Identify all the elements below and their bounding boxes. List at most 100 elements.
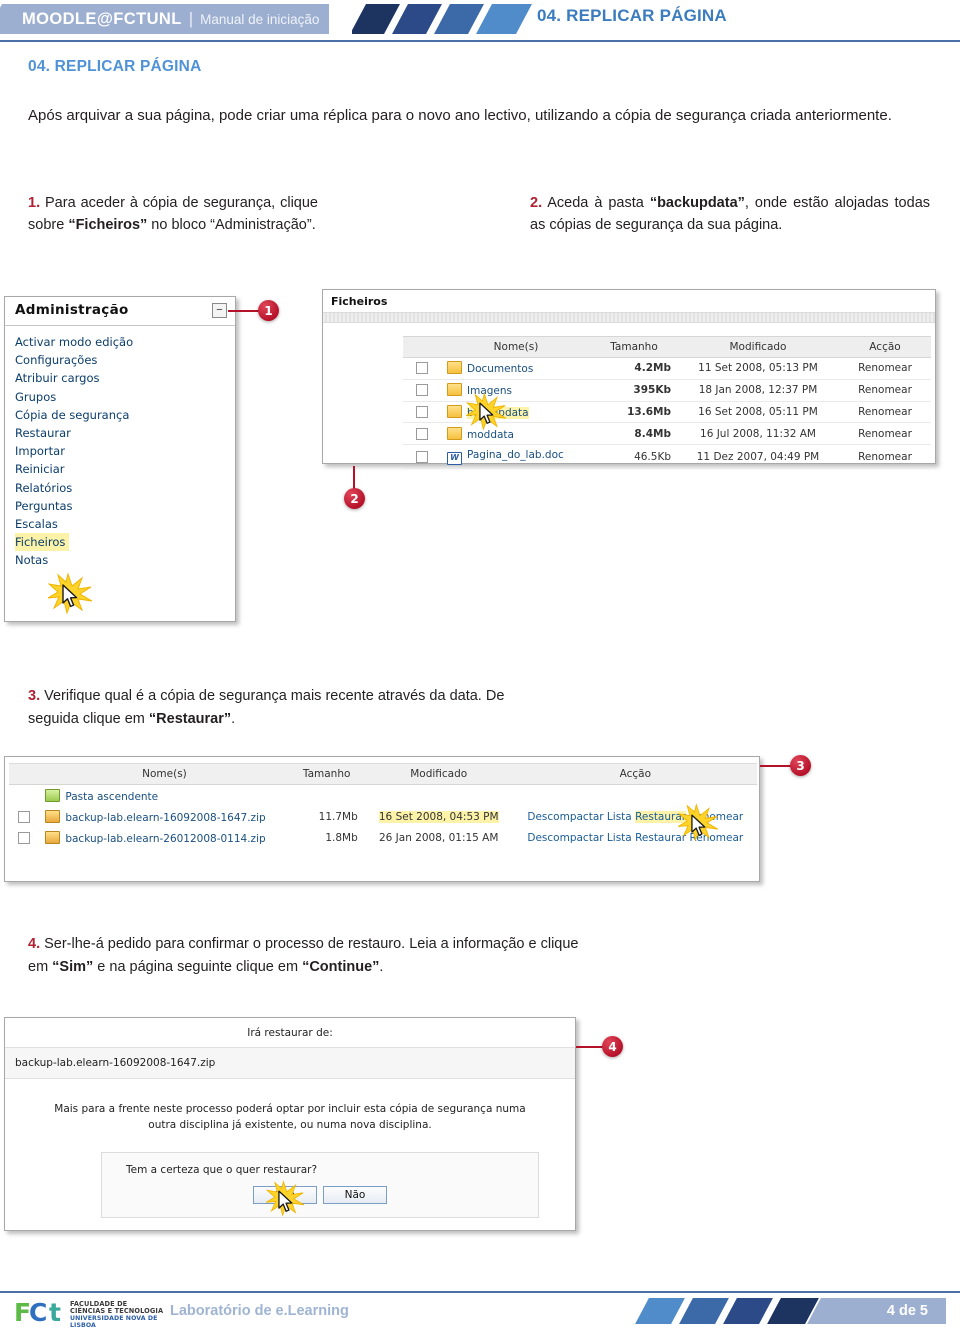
backup-header-row: Nome(s) Tamanho Modificado Acção (9, 763, 757, 785)
footer-rule (0, 1291, 960, 1293)
row-checkbox[interactable] (416, 427, 428, 440)
parent-row-empty (514, 785, 757, 807)
admin-menu-item-wrap: Escalas (5, 515, 235, 533)
admin-menu-item-restaurar[interactable]: Restaurar (15, 424, 235, 442)
ficheiros-col-nome-s: Nome(s) (441, 336, 591, 358)
fct-logo-letter-c: C (29, 1298, 48, 1327)
row-action-renomear[interactable]: Renomear (839, 422, 931, 446)
step-2-text: 2. Aceda à pasta “backupdata”, onde estã… (530, 192, 930, 237)
intro-paragraph: Após arquivar a sua página, pode criar u… (28, 107, 892, 124)
backup-row-checkbox-cell (9, 827, 39, 848)
footer-lab-label: Laboratório de e.Learning (170, 1303, 349, 1319)
backup-action-descompactar[interactable]: Descompactar (527, 811, 603, 823)
backup-row: backup-lab.elearn-16092008-1647.zip 11.7M… (9, 806, 757, 827)
backup-row-name-cell: backup-lab.elearn-16092008-1647.zip (39, 806, 289, 827)
row-action-renomear[interactable]: Renomear (839, 379, 931, 402)
administracao-block-screenshot: Administração − Activar modo edição Confi… (4, 296, 236, 622)
row-name-link[interactable]: Pagina_do_lab.doc (467, 449, 564, 461)
admin-menu-item-wrap: Cópia de segurança (5, 406, 235, 424)
row-modified: 16 Set 2008, 05:11 PM (677, 401, 839, 424)
dialog-question: Tem a certeza que o quer restaurar? (126, 1163, 318, 1176)
backup-row-modified: 26 Jan 2008, 01:15 AM (364, 827, 514, 848)
dialog-info-text: Mais para a frente neste processo poderá… (54, 1103, 526, 1132)
footer-stripe-3 (723, 1298, 773, 1324)
word-doc-icon: W (447, 451, 462, 465)
backup-file-link[interactable]: backup-lab.elearn-16092008-1647.zip (65, 812, 265, 824)
dialog-confirm-box: Tem a certeza que o quer restaurar? SimN… (101, 1151, 539, 1218)
backup-col-tamanho: Tamanho (289, 763, 364, 785)
row-checkbox-cell (403, 444, 441, 469)
callout-badge-2: 2 (344, 488, 365, 509)
ficheiros-col-tamanho: Tamanho (591, 336, 677, 358)
row-action-renomear[interactable]: Renomear (839, 444, 931, 469)
callout-badge-4: 4 (602, 1036, 623, 1057)
admin-menu-item-ficheiros[interactable]: Ficheiros (15, 533, 70, 552)
step-2-bold1: “backupdata” (649, 195, 745, 211)
backup-row-modified-value: 16 Set 2008, 04:53 PM (378, 810, 499, 823)
row-checkbox[interactable] (416, 450, 428, 463)
admin-menu-item-wrap: Relatórios (5, 479, 235, 497)
folder-up-icon (45, 788, 61, 802)
page-header: MOODLE@FCTUNL | Manual de iniciação 04. … (0, 0, 960, 46)
callout-badge-3: 3 (790, 755, 811, 776)
row-size: 13.6Mb (591, 401, 677, 424)
admin-menu-item-c-pia-de-seguran-a[interactable]: Cópia de segurança (15, 406, 235, 424)
row-checkbox[interactable] (416, 405, 428, 418)
admin-menu-item-wrap: Notas (5, 551, 235, 569)
row-checkbox[interactable] (416, 362, 428, 375)
callout-1-leader (228, 310, 260, 312)
admin-menu-item-wrap: Grupos (5, 388, 235, 406)
backup-file-link[interactable]: backup-lab.elearn-26012008-0114.zip (65, 833, 265, 845)
footer-page-number: 4 de 5 (807, 1298, 946, 1324)
fct-org-line3: UNIVERSIDADE NOVA DE LISBOA (70, 1314, 158, 1329)
row-size: 8.4Mb (591, 422, 677, 446)
row-name-link[interactable]: Documentos (467, 363, 533, 375)
row-size: 395Kb (591, 379, 677, 402)
ficheiros-header-row: Nome(s) Tamanho Modificado Acção (403, 336, 931, 358)
admin-menu-item-escalas[interactable]: Escalas (15, 515, 235, 533)
admin-menu-item-notas[interactable]: Notas (15, 551, 235, 569)
backup-row-modified-value: 26 Jan 2008, 01:15 AM (378, 831, 499, 844)
ficheiros-col-checkbox (403, 336, 441, 358)
row-action-renomear[interactable]: Renomear (839, 357, 931, 380)
backup-list-screenshot: Nome(s) Tamanho Modificado Acção Pasta asce… (4, 756, 760, 882)
folder-icon (447, 404, 462, 418)
page-title: 04. REPLICAR PÁGINA (28, 58, 202, 75)
admin-menu-item-grupos[interactable]: Grupos (15, 388, 235, 406)
header-brand-tag: MOODLE@FCTUNL | Manual de iniciação (0, 4, 330, 34)
step-1-bold1: “Ficheiros” (68, 217, 148, 234)
admin-menu-item-perguntas[interactable]: Perguntas (15, 497, 235, 515)
backup-row-checkbox[interactable] (18, 810, 31, 823)
row-checkbox[interactable] (416, 384, 428, 397)
backup-col-nome-s: Nome(s) (39, 763, 290, 785)
admin-menu-item-wrap: Configurações (5, 351, 235, 369)
backup-action-descompactar[interactable]: Descompactar (527, 832, 603, 844)
step-1-part2: no bloco “Administração”. (147, 217, 316, 234)
admin-menu-item-configura-es[interactable]: Configurações (15, 351, 235, 369)
collapse-icon[interactable]: − (212, 303, 227, 318)
header-stripe-2 (392, 4, 442, 34)
parent-folder-link[interactable]: Pasta ascendente (65, 791, 158, 803)
admin-menu-item-atribuir-cargos[interactable]: Atribuir cargos (15, 369, 235, 387)
backup-row-checkbox[interactable] (18, 831, 31, 844)
admin-menu-item-importar[interactable]: Importar (15, 442, 235, 460)
backup-action-lista[interactable]: Lista (607, 811, 632, 823)
dialog-no-button[interactable]: Não (323, 1185, 387, 1204)
brand-divider: | (188, 9, 194, 28)
footer-stripe-group (635, 1298, 836, 1324)
row-action-renomear[interactable]: Renomear (839, 401, 931, 424)
backup-row: backup-lab.elearn-26012008-0114.zip 1.8Mb… (9, 827, 757, 848)
footer-page-label: 4 de 5 (886, 1303, 928, 1319)
admin-menu-item-activar-modo-edi-o[interactable]: Activar modo edição (15, 333, 235, 351)
backup-table: Nome(s) Tamanho Modificado Acção Pasta asce… (9, 763, 757, 849)
backup-row-modified: 16 Set 2008, 04:53 PM (364, 806, 514, 827)
step-1-text: 1. Para aceder à cópia de segurança, cli… (28, 192, 318, 237)
admin-menu-item-relat-rios[interactable]: Relatórios (15, 479, 235, 497)
admin-menu-item-wrap: Restaurar (5, 424, 235, 442)
backup-action-lista[interactable]: Lista (607, 832, 632, 844)
header-stripe-1 (352, 4, 400, 34)
admin-menu-item-reiniciar[interactable]: Reiniciar (15, 460, 235, 478)
row-name-cell: backupdata (441, 401, 591, 424)
step-2-number: 2. (530, 195, 543, 211)
backup-parent-folder-row[interactable]: Pasta ascendente (9, 785, 757, 807)
